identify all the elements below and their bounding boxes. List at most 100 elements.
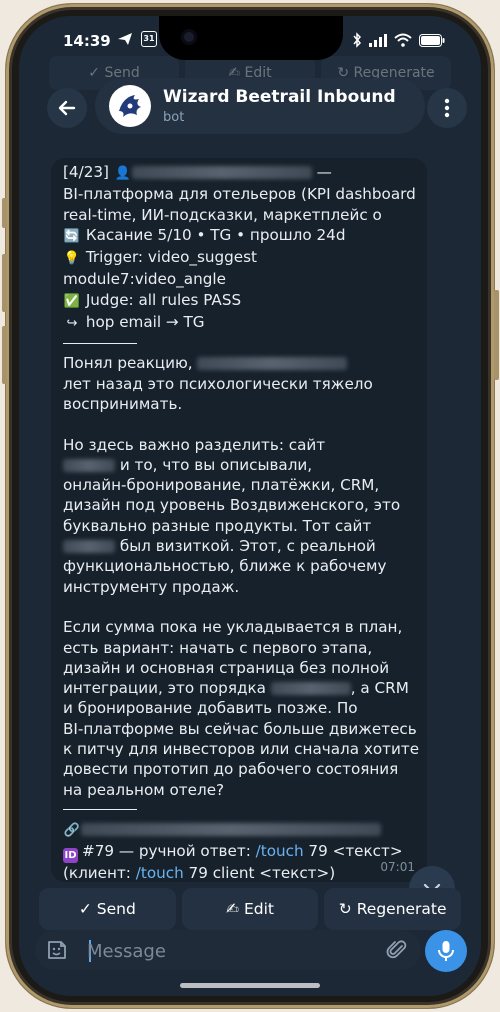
message-text-span: BI-платформа для отельеров (KPI dashboar…	[63, 185, 416, 204]
message-line: ✅ Judge: all rules PASS	[63, 290, 417, 312]
message-line: 🔄 Касание 5/10 • TG • прошло 24d	[63, 225, 417, 247]
message-line: и то, что вы описывали,	[63, 455, 417, 475]
message-text-span: real-time, ИИ-подсказки, маркетплейс о	[63, 205, 382, 224]
message-text-span: буквально разные продукты. Тот сайт	[63, 516, 372, 535]
back-button[interactable]	[47, 88, 87, 128]
message-line: real-time, ИИ-подсказки, маркетплейс о	[63, 205, 417, 225]
message-line: дизайн и основная страница без полной	[63, 658, 417, 678]
message-text-span: интеграции, это порядка	[63, 679, 271, 698]
message-line: 💡 Trigger: video_suggest	[63, 247, 417, 269]
message-text-span: 79 <текст>	[303, 842, 403, 861]
sticker-icon[interactable]	[45, 938, 69, 962]
chat-subtitle: bot	[163, 110, 185, 125]
message-line: Понял реакцию,	[63, 353, 417, 373]
redacted-text	[63, 540, 115, 554]
message-line: (клиент: /touch 79 client <текст>)	[63, 863, 417, 882]
message-text-span: к питчу для инвесторов или сначала хотит…	[63, 740, 420, 759]
message-text-span: инструменту продаж.	[63, 577, 240, 596]
home-indicator[interactable]	[180, 983, 320, 988]
message-line: был визиткой. Этот, с реальной	[63, 536, 417, 556]
power-button	[494, 290, 499, 380]
status-time: 14:39	[63, 32, 111, 50]
arrow-left-icon	[58, 100, 76, 116]
paperclip-icon[interactable]	[385, 938, 409, 962]
wizard-logo-icon	[119, 95, 141, 117]
message-line: module7:video_angle	[63, 269, 417, 289]
message-line: довести прототип до рабочего состояния	[63, 759, 417, 779]
message-line: ↪ hop email → TG	[63, 312, 417, 334]
message-text-span: дизайн и основная страница без полной	[63, 658, 390, 677]
chat-header: Wizard Beetrail Inbound bot	[33, 78, 467, 138]
message-text-span: довести прототип до рабочего состояния	[63, 760, 399, 779]
message-line: функциональностью, ближе к рабочему	[63, 556, 417, 576]
message-line: к питчу для инвесторов или сначала хотит…	[63, 739, 420, 759]
message-text: [4/23] 👤 — BI-платформа для отельеров (KP…	[63, 162, 420, 882]
message-line: буквально разные продукты. Тот сайт	[63, 516, 417, 536]
message-text-span: —	[311, 163, 332, 181]
message-line: и бронирование добавить позже. По	[63, 698, 417, 718]
redacted-text	[81, 822, 381, 836]
message-composer	[35, 930, 421, 970]
bot-avatar[interactable]	[109, 85, 151, 127]
message-text-span: лет назад это психологически тяжело	[63, 374, 373, 393]
more-menu-button[interactable]	[427, 88, 467, 128]
separator-rule	[63, 343, 137, 345]
edit-button[interactable]: ✍ Edit	[181, 888, 319, 930]
status-bar: 14:39 31	[19, 16, 481, 66]
message-line: инструменту продаж.	[63, 577, 417, 597]
message-text-span: Judge: all rules PASS	[81, 290, 242, 309]
redacted-text	[270, 682, 351, 696]
bot-command-link[interactable]: /touch	[136, 864, 184, 882]
more-vertical-icon	[444, 98, 450, 118]
message-text-span: был визиткой. Этот, с реальной	[115, 537, 376, 556]
volume-up-button	[2, 254, 7, 312]
message-text-span: Но здесь важно разделить: сайт	[63, 435, 326, 454]
redacted-text	[131, 166, 312, 179]
message-line: [4/23] 👤 —	[63, 162, 417, 184]
volume-down-button	[2, 326, 7, 384]
wifi-icon	[394, 33, 412, 47]
message-line: онлайн-бронирование, платёжки, CRM,	[63, 475, 417, 495]
check-icon: ✅	[63, 293, 81, 309]
screen: ✓ Send ✍ Edit ↻ Regenerate 14:39 31 Wiza…	[19, 16, 481, 996]
id-icon: ID	[63, 848, 78, 864]
message-line: ID #79 — ручной ответ: /touch 79 <текст>	[63, 841, 417, 864]
message-line: дизайн под уровень Воздвиженского, это	[63, 495, 417, 515]
hop-arrow-icon: ↪	[66, 316, 78, 332]
message-text-span: и бронирование добавить позже. По	[63, 699, 358, 718]
message-text-span: 79 client <текст>)	[183, 864, 336, 882]
message-text-span: Если сумма пока не укладывается в план,	[63, 618, 403, 637]
microphone-icon	[438, 941, 454, 961]
message-line: есть вариант: начать с первого этапа,	[63, 638, 417, 658]
bot-command-link[interactable]: /touch	[256, 842, 304, 860]
message-line: 🔗	[63, 819, 417, 841]
telegram-send-icon	[118, 33, 132, 45]
message-text-span: BI-платформе вы сейчас больше движетесь	[63, 719, 417, 738]
message-text-span: воспринимать.	[63, 394, 183, 413]
message-text-span: [4/23]	[63, 163, 114, 181]
inline-keyboard: ✓ Send ✍ Edit ↻ Regenerate	[39, 888, 462, 930]
bluetooth-icon	[353, 32, 362, 48]
message-line: интеграции, это порядка , а CRM	[63, 678, 417, 698]
message-text-span: Trigger: video_suggest	[81, 248, 257, 267]
message-input[interactable]	[85, 935, 369, 967]
redacted-text	[197, 357, 348, 371]
send-button[interactable]: ✓ Send	[39, 888, 176, 930]
message-line: Если сумма пока не укладывается в план,	[63, 617, 417, 637]
bust-icon: 👤	[114, 166, 131, 181]
calendar-icon: 31	[141, 31, 157, 47]
separator-rule	[63, 808, 137, 810]
message-line: лет назад это психологически тяжело	[63, 374, 417, 394]
lightbulb-icon: 💡	[63, 251, 81, 267]
regenerate-button[interactable]: ↻ Regenerate	[324, 888, 462, 930]
message-text-span: module7:video_angle	[63, 270, 226, 289]
battery-icon	[419, 33, 445, 47]
microphone-button[interactable]	[425, 930, 467, 972]
message-text-span: и то, что вы описывали,	[115, 455, 313, 474]
message-text-span: , а CRM	[350, 679, 409, 698]
message-bubble[interactable]: [4/23] 👤 — BI-платформа для отельеров (KP…	[51, 158, 427, 882]
signal-icon	[369, 34, 387, 47]
chat-title-pill[interactable]: Wizard Beetrail Inbound bot	[95, 78, 425, 134]
